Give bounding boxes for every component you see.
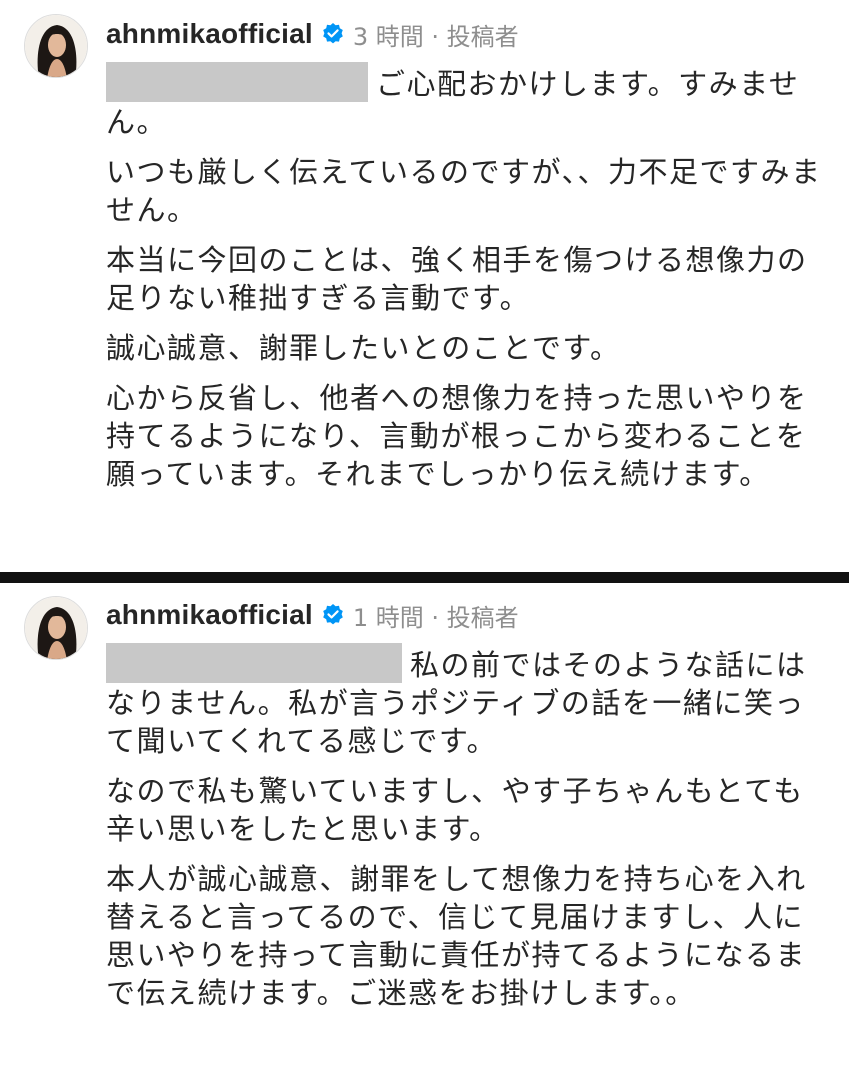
avatar[interactable]	[24, 14, 88, 78]
comment-paragraph: 本人が誠心誠意、謝罪をして想像力を持ち心を入れ替えると言ってるので、信じて見届け…	[106, 862, 807, 1010]
comment-paragraph: ご心配おかけします。すみません。	[106, 62, 829, 141]
comment-meta: 3 時間 · 投稿者	[352, 22, 519, 51]
comment-paragraph: 本当に今回のことは、強く相手を傷つける想像力の足りない稚拙すぎる言動です。	[106, 243, 808, 315]
comment-text: 私の前ではそのような話にはなりません。私が言うポジティブの話を一緒に笑って聞いて…	[106, 643, 829, 1012]
comment-header: ahnmikaofficial 1 時間 · 投稿者	[106, 593, 829, 637]
verified-badge-icon	[321, 603, 345, 627]
comment-paragraph: 誠心誠意、謝罪したいとのことです。	[106, 331, 621, 365]
comment-paragraph: なので私も驚いていますし、やす子ちゃんもとても辛い思いをしたと思います。	[106, 774, 804, 846]
comment-body: ahnmikaofficial 3 時間 · 投稿者 ご心配おかけします。すみま…	[106, 12, 829, 505]
avatar[interactable]	[24, 596, 88, 660]
redaction-block	[106, 62, 368, 102]
comment-text: ご心配おかけします。すみません。 いつも厳しく伝えているのですが、、力不足ですみ…	[106, 62, 829, 493]
comment-meta: 1 時間 · 投稿者	[352, 603, 519, 632]
comment-paragraph: 心から反省し、他者への想像力を持った思いやりを持てるようになり、言動が根っこから…	[106, 381, 808, 491]
comment-item: ahnmikaofficial 3 時間 · 投稿者 ご心配おかけします。すみま…	[0, 0, 849, 572]
username[interactable]: ahnmikaofficial	[106, 599, 313, 631]
redaction-block	[106, 643, 402, 683]
username[interactable]: ahnmikaofficial	[106, 18, 313, 50]
divider	[0, 572, 849, 583]
comment-body: ahnmikaofficial 1 時間 · 投稿者 私の前ではそのような話には…	[106, 593, 829, 1024]
comment-item: ahnmikaofficial 1 時間 · 投稿者 私の前ではそのような話には…	[0, 583, 849, 1084]
comment-paragraph: 私の前ではそのような話にはなりません。私が言うポジティブの話を一緒に笑って聞いて…	[106, 643, 829, 760]
verified-badge-icon	[321, 22, 345, 46]
comment-header: ahnmikaofficial 3 時間 · 投稿者	[106, 12, 829, 56]
comment-paragraph: いつも厳しく伝えているのですが、、力不足ですみません。	[106, 155, 822, 227]
